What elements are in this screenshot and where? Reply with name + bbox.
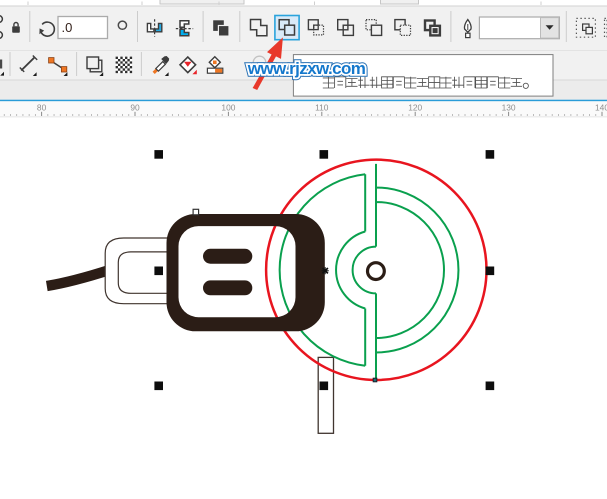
svg-text:100: 100: [221, 103, 235, 113]
svg-text:140: 140: [595, 103, 607, 113]
svg-text:120: 120: [408, 103, 422, 113]
svg-text:90: 90: [130, 103, 140, 113]
svg-text:www.rjzxw.com: www.rjzxw.com: [247, 59, 366, 78]
svg-text:.0: .0: [62, 20, 73, 35]
svg-text:80: 80: [37, 103, 47, 113]
svg-text:110: 110: [315, 103, 329, 113]
svg-text:130: 130: [502, 103, 516, 113]
